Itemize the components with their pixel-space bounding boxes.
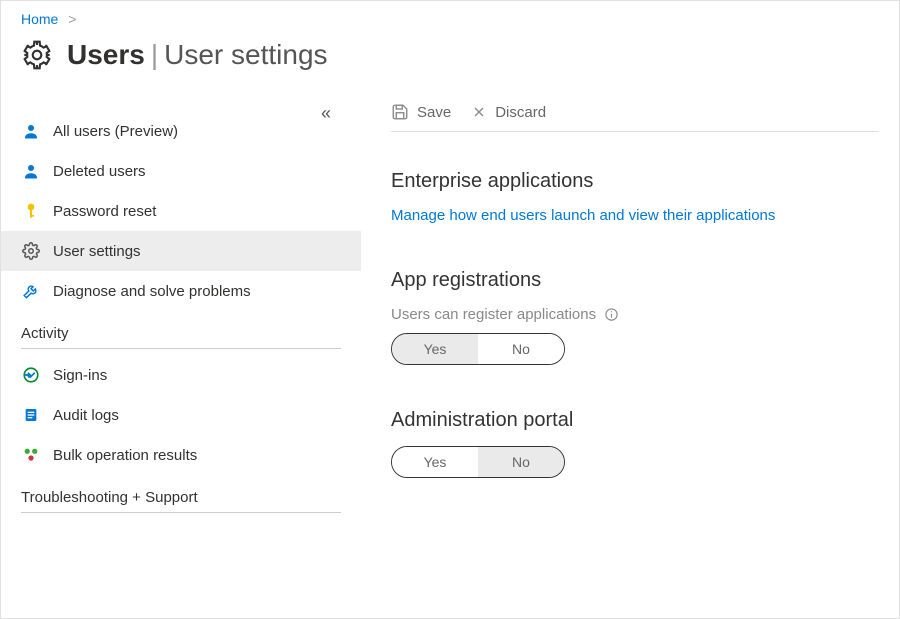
toggle-yes[interactable]: Yes xyxy=(392,334,478,364)
sidebar-item-label: Diagnose and solve problems xyxy=(53,283,251,300)
chevron-right-icon: > xyxy=(68,11,76,27)
tools-icon xyxy=(21,281,41,301)
sidebar-item-label: All users (Preview) xyxy=(53,123,178,140)
breadcrumb: Home > xyxy=(1,1,899,33)
close-icon xyxy=(471,104,487,120)
user-icon xyxy=(21,161,41,181)
sidebar-item-audit-logs[interactable]: Audit logs xyxy=(1,395,361,435)
key-icon xyxy=(21,201,41,221)
section-title: Administration portal xyxy=(391,409,879,432)
main-panel: Save Discard Enterprise applications Man… xyxy=(361,91,899,608)
sidebar-section-activity: Activity xyxy=(1,311,361,348)
sidebar: « All users (Preview) Deleted users Pass… xyxy=(1,91,361,608)
admin-portal-toggle[interactable]: Yes No xyxy=(391,446,565,478)
toggle-no[interactable]: No xyxy=(478,447,564,477)
sidebar-item-deleted-users[interactable]: Deleted users xyxy=(1,151,361,191)
sidebar-item-label: Password reset xyxy=(53,203,156,220)
section-title: App registrations xyxy=(391,269,879,292)
sidebar-item-user-settings[interactable]: User settings xyxy=(1,231,361,271)
breadcrumb-home[interactable]: Home xyxy=(21,11,58,27)
sidebar-section-troubleshoot: Troubleshooting + Support xyxy=(1,475,361,512)
gear-icon xyxy=(21,241,41,261)
signin-icon xyxy=(21,365,41,385)
bulk-icon xyxy=(21,445,41,465)
sidebar-item-label: User settings xyxy=(53,243,141,260)
toggle-no[interactable]: No xyxy=(478,334,564,364)
save-icon xyxy=(391,103,409,121)
sidebar-item-diagnose[interactable]: Diagnose and solve problems xyxy=(1,271,361,311)
app-registrations-section: App registrations Users can register app… xyxy=(391,269,879,365)
sidebar-item-label: Audit logs xyxy=(53,407,119,424)
sidebar-item-password-reset[interactable]: Password reset xyxy=(1,191,361,231)
divider xyxy=(21,348,341,349)
enterprise-apps-section: Enterprise applications Manage how end u… xyxy=(391,170,879,225)
sidebar-item-all-users[interactable]: All users (Preview) xyxy=(1,111,361,151)
logs-icon xyxy=(21,405,41,425)
app-reg-toggle[interactable]: Yes No xyxy=(391,333,565,365)
sidebar-item-label: Deleted users xyxy=(53,163,146,180)
gear-icon xyxy=(21,39,53,71)
sidebar-item-bulk-ops[interactable]: Bulk operation results xyxy=(1,435,361,475)
app-reg-desc: Users can register applications xyxy=(391,306,879,323)
sidebar-item-label: Sign-ins xyxy=(53,367,107,384)
info-icon[interactable] xyxy=(604,307,619,322)
divider xyxy=(21,512,341,513)
collapse-icon[interactable]: « xyxy=(321,103,331,124)
enterprise-apps-link[interactable]: Manage how end users launch and view the… xyxy=(391,207,775,224)
admin-portal-section: Administration portal Yes No xyxy=(391,409,879,478)
page-header: Users|User settings xyxy=(1,33,899,91)
sidebar-item-label: Bulk operation results xyxy=(53,447,197,464)
user-icon xyxy=(21,121,41,141)
toggle-yes[interactable]: Yes xyxy=(392,447,478,477)
toolbar: Save Discard xyxy=(391,103,879,132)
save-button[interactable]: Save xyxy=(391,103,451,121)
page-title: Users|User settings xyxy=(67,39,328,71)
sidebar-item-sign-ins[interactable]: Sign-ins xyxy=(1,355,361,395)
section-title: Enterprise applications xyxy=(391,170,879,193)
discard-button[interactable]: Discard xyxy=(471,104,546,121)
